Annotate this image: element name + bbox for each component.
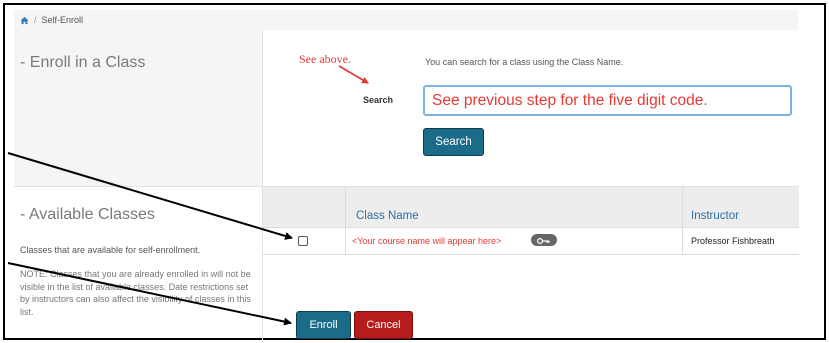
annotation-see-above: See above. <box>299 52 351 66</box>
breadcrumb-current: Self-Enroll <box>41 15 84 25</box>
table-column-divider <box>682 187 683 255</box>
column-header-instructor[interactable]: Instructor <box>691 210 739 222</box>
enroll-button[interactable]: Enroll <box>296 311 351 339</box>
table-row-divider <box>263 254 799 255</box>
table-row-divider <box>263 227 799 228</box>
select-class-checkbox[interactable] <box>298 236 308 246</box>
table-column-divider <box>345 187 346 255</box>
availability-note: NOTE: Classes that you are already enrol… <box>20 269 251 317</box>
enroll-section-title: - Enroll in a Class <box>20 54 146 71</box>
key-icon <box>531 234 557 246</box>
class-name-cell: <Your course name will appear here> <box>352 236 502 246</box>
breadcrumb: / Self-Enroll <box>14 10 798 30</box>
home-icon[interactable] <box>20 16 29 25</box>
column-header-class-name[interactable]: Class Name <box>356 210 419 222</box>
available-description: Classes that are available for self-enro… <box>20 245 201 255</box>
breadcrumb-separator: / <box>34 15 37 25</box>
available-section-title: - Available Classes <box>20 206 155 223</box>
search-label: Search <box>363 95 394 105</box>
search-hint: You can search for a class using the Cla… <box>425 57 624 67</box>
search-button[interactable]: Search <box>423 128 484 156</box>
search-input[interactable] <box>423 85 792 116</box>
cancel-button[interactable]: Cancel <box>354 311 413 339</box>
instructor-cell: Professor Fishbreath <box>691 236 775 246</box>
